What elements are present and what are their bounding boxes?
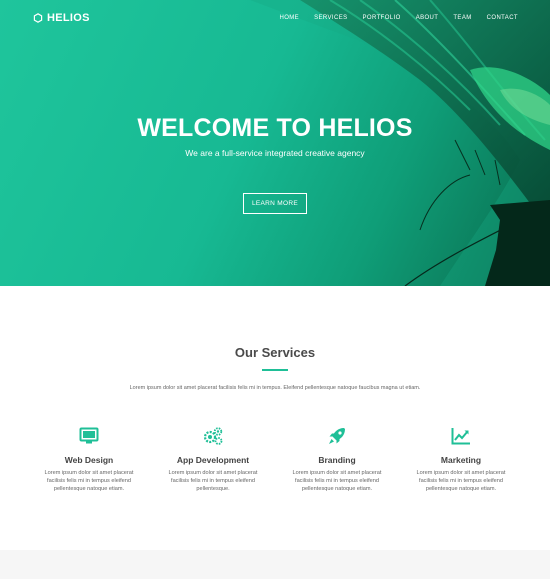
service-branding: Branding Lorem ipsum dolor sit amet plac… — [277, 425, 397, 493]
hero-title: WELCOME TO HELIOS — [0, 114, 550, 143]
navbar: HELIOS HOME SERVICES PORTFOLIO ABOUT TEA… — [0, 0, 550, 38]
hot-air-balloon-image — [250, 0, 550, 286]
hero-section: HELIOS HOME SERVICES PORTFOLIO ABOUT TEA… — [0, 0, 550, 286]
service-name: Branding — [318, 455, 356, 465]
service-text: Lorem ipsum dolor sit amet placerat faci… — [292, 470, 382, 493]
chart-line-icon — [451, 428, 470, 445]
services-divider — [262, 369, 288, 371]
service-marketing: Marketing Lorem ipsum dolor sit amet pla… — [401, 425, 521, 493]
hero-subtitle: We are a full-service integrated creativ… — [185, 148, 365, 158]
services-title: Our Services — [234, 345, 316, 360]
nav-team[interactable]: TEAM — [453, 15, 471, 21]
service-web-design: Web Design Lorem ipsum dolor sit amet pl… — [29, 425, 149, 493]
gears-icon — [203, 427, 223, 445]
service-name: Web Design — [64, 455, 114, 465]
brand-logo[interactable]: HELIOS — [33, 12, 90, 24]
nav-about[interactable]: ABOUT — [416, 15, 439, 21]
service-app-development: App Development Lorem ipsum dolor sit am… — [153, 425, 273, 493]
next-section-band — [0, 550, 550, 579]
service-name: App Development — [176, 455, 250, 465]
brand-name: HELIOS — [47, 12, 90, 24]
main-nav: HOME SERVICES PORTFOLIO ABOUT TEAM CONTA… — [279, 15, 518, 21]
hero-title-bold: HELIOS — [318, 114, 413, 142]
service-text: Lorem ipsum dolor sit amet placerat faci… — [44, 470, 134, 493]
learn-more-button[interactable]: LEARN MORE — [243, 193, 307, 214]
service-text: Lorem ipsum dolor sit amet placerat faci… — [168, 470, 258, 493]
nav-home[interactable]: HOME — [279, 15, 299, 21]
nav-portfolio[interactable]: PORTFOLIO — [363, 15, 401, 21]
nav-services[interactable]: SERVICES — [314, 15, 347, 21]
nav-contact[interactable]: CONTACT — [487, 15, 518, 21]
helios-logo-icon — [33, 13, 43, 23]
services-description: Lorem ipsum dolor sit amet placerat faci… — [129, 385, 421, 391]
service-text: Lorem ipsum dolor sit amet placerat faci… — [416, 470, 506, 493]
rocket-icon — [329, 428, 345, 444]
monitor-icon — [79, 427, 99, 444]
hero-title-light: WELCOME TO — [137, 114, 312, 142]
service-name: Marketing — [440, 455, 482, 465]
